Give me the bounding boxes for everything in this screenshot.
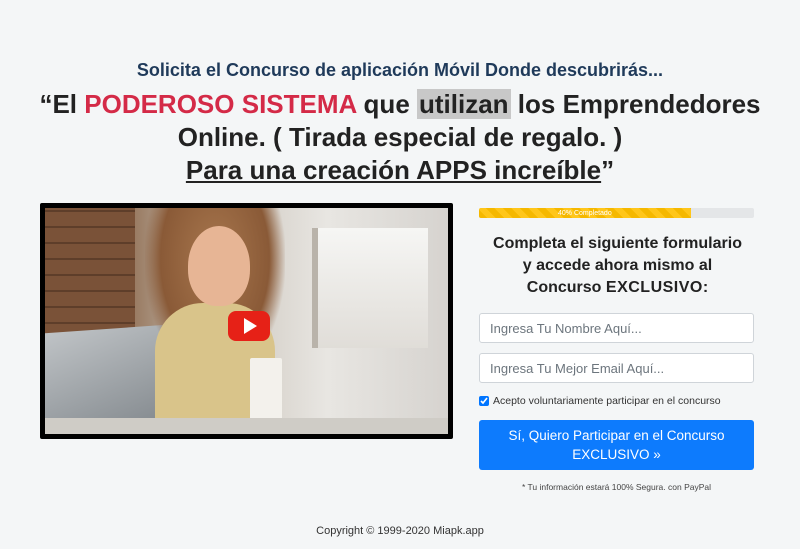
video-player[interactable] [40,203,453,439]
progress-bar: 40% Completado [479,208,754,218]
form-title-line2: y accede ahora mismo al [522,257,713,274]
consent-label: Acepto voluntariamente participar en el … [493,395,721,407]
headline: “El PODEROSO SISTEMA que utilizan los Em… [20,88,780,187]
headline-red-highlight: PODEROSO SISTEMA [84,89,357,119]
youtube-play-icon[interactable] [228,311,270,341]
submit-label-line2: EXCLUSIVO » [572,447,661,462]
progress-fill: 40% Completado [479,208,691,218]
form-title-line3a: Concurso [526,279,606,296]
form-title-line1: Completa el siguiente formulario [493,235,742,252]
headline-underlined: Para una creación APPS increíble [185,155,602,185]
progress-label: 40% Completado [558,209,612,217]
headline-close: ” [601,155,615,185]
submit-label-line1: Sí, Quiero Participar en el Concurso [508,428,725,443]
consent-checkbox[interactable] [479,396,489,406]
subheadline: Solicita el Concurso de aplicación Móvil… [136,60,664,80]
consent-row[interactable]: Acepto voluntariamente participar en el … [479,395,721,407]
headline-open: “El [39,89,85,119]
footer-copyright: Copyright © 1999-2020 Miapk.app [316,525,484,537]
form-title: Completa el siguiente formulario y acced… [470,233,765,299]
headline-mid1: que [356,89,417,119]
submit-button[interactable]: Sí, Quiero Participar en el Concurso EXC… [479,420,754,470]
email-input[interactable] [479,353,754,383]
form-title-exclusive: EXCLUSIVO [605,279,703,296]
security-note: * Tu información estará 100% Segura. con… [522,482,711,492]
name-input[interactable] [479,313,754,343]
headline-gray-highlight: utilizan [417,89,511,119]
form-title-colon: : [702,279,709,296]
